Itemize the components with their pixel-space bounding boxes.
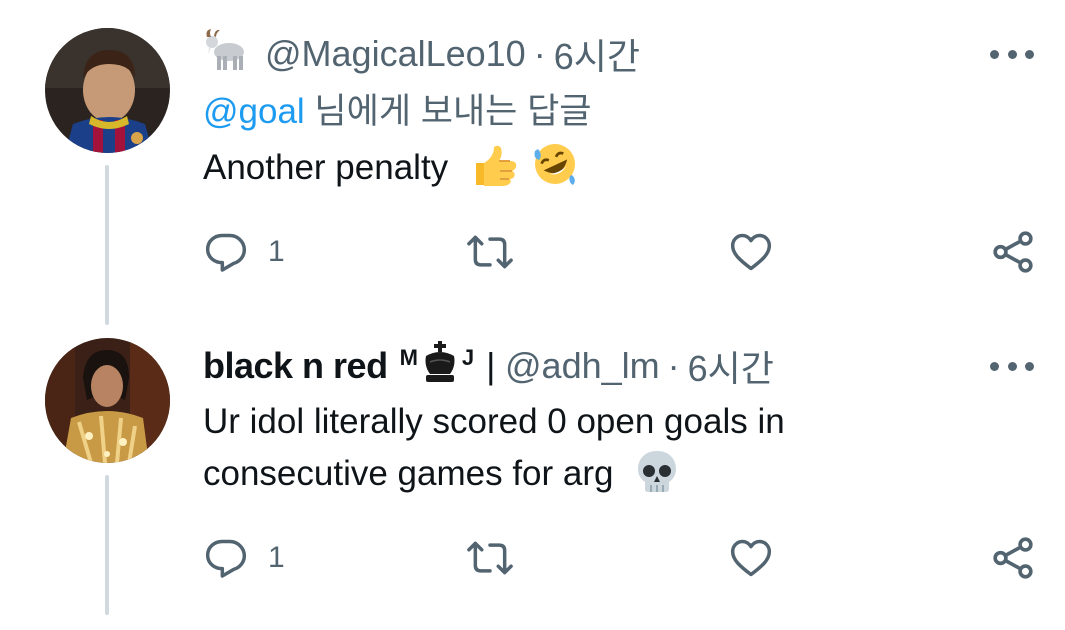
share-icon	[993, 537, 1033, 579]
display-name[interactable]: black n red	[203, 345, 388, 387]
retweet-button[interactable]	[466, 227, 534, 277]
header-separator: ·	[667, 345, 680, 386]
thread-line	[105, 475, 109, 615]
name-suffix-m: M	[399, 345, 418, 370]
reply-icon	[205, 539, 247, 578]
thumbs-up-emoji-icon	[472, 143, 518, 202]
retweet-icon	[467, 235, 513, 269]
retweet-button[interactable]	[466, 533, 534, 583]
skull-emoji-icon	[635, 449, 679, 508]
reply-button[interactable]: 1	[204, 227, 285, 277]
tweet-time[interactable]: 6시간	[688, 340, 774, 392]
reply-button[interactable]: 1	[204, 533, 285, 583]
user-handle[interactable]: @MagicalLeo10	[265, 33, 526, 75]
tweet-header: black n red M J | @adh_lm · 6시간	[203, 340, 774, 393]
tweet-actions: 1	[200, 227, 1040, 277]
more-options-icon[interactable]	[990, 356, 1034, 376]
name-bar: |	[486, 345, 496, 386]
user-handle[interactable]: @adh_lm	[505, 345, 660, 387]
header-separator: ·	[533, 33, 546, 74]
share-button[interactable]	[990, 227, 1036, 277]
tweet-body-line: Ur idol literally scored 0 open goals in	[203, 402, 785, 441]
black-king-icon	[420, 340, 460, 393]
tweet-body: Another penalty	[203, 148, 449, 187]
tweet-text: Ur idol literally scored 0 open goals in…	[203, 396, 785, 508]
reply-context: @goal 님에게 보내는 답글	[203, 86, 591, 138]
goat-emoji-icon	[203, 28, 251, 81]
name-suffix-j: J	[461, 345, 475, 370]
reply-icon	[205, 233, 247, 272]
reply-count: 1	[268, 541, 285, 574]
heart-icon	[730, 233, 772, 271]
tweet-body-line: consecutive games for arg	[203, 454, 614, 493]
tweet-actions: 1	[200, 533, 1040, 583]
tweet-text: Another penalty	[203, 141, 578, 202]
thread-line	[105, 165, 109, 325]
reply-mention-link[interactable]: @goal	[203, 92, 305, 131]
like-button[interactable]	[728, 227, 794, 277]
reply-context-suffix: 님에게 보내는 답글	[304, 92, 592, 131]
rolling-on-floor-laughing-emoji-icon	[532, 141, 578, 202]
tweet-header: @MagicalLeo10 · 6시간	[203, 28, 640, 77]
avatar[interactable]	[45, 28, 170, 153]
like-button[interactable]	[728, 533, 794, 583]
tweet-body-line-with-emoji: consecutive games for arg	[203, 448, 785, 508]
share-button[interactable]	[990, 533, 1036, 583]
tweet-time[interactable]: 6시간	[554, 28, 640, 80]
share-icon	[993, 231, 1033, 273]
retweet-icon	[467, 541, 513, 575]
heart-icon	[730, 539, 772, 577]
more-options-icon[interactable]	[990, 44, 1034, 64]
avatar[interactable]	[45, 338, 170, 463]
reply-count: 1	[268, 235, 285, 268]
